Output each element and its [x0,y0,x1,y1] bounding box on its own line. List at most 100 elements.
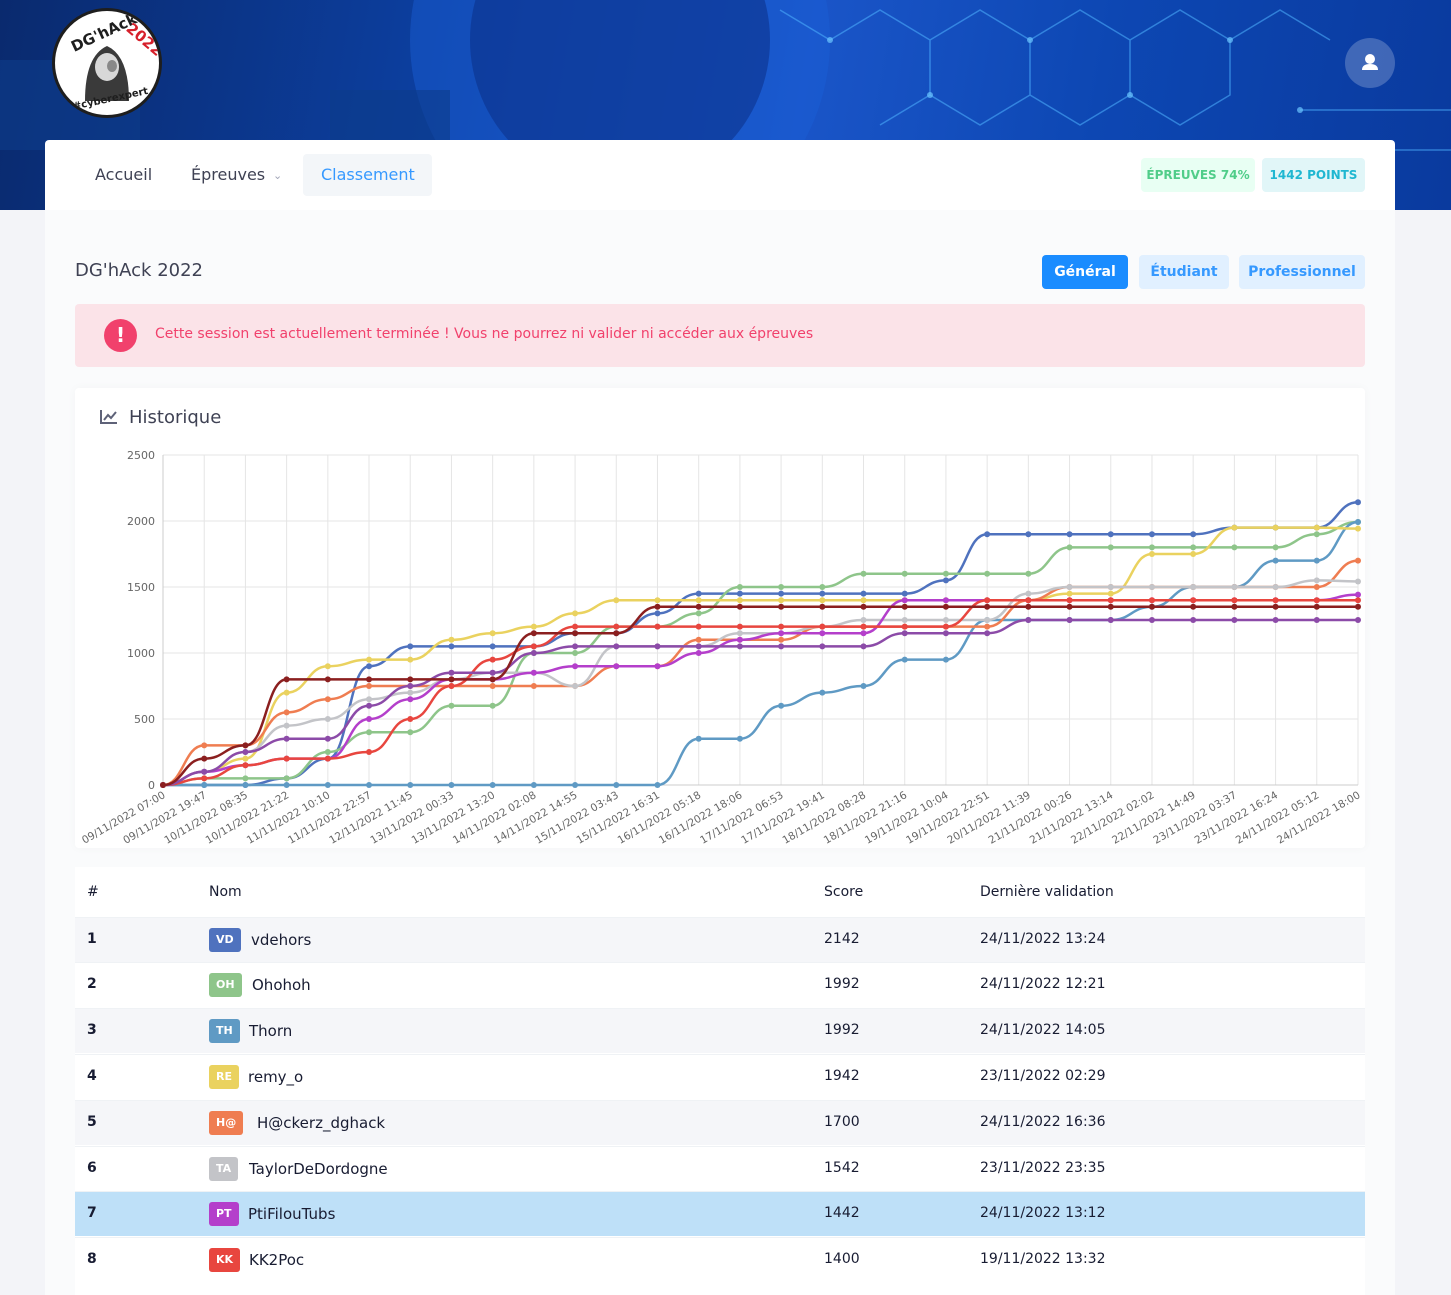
data-point [901,617,908,623]
row-rank: 1 [87,931,97,947]
data-point [1355,591,1361,598]
table-row[interactable]: 4 RE remy_o 1942 23/11/2022 02:29 [75,1054,1365,1099]
data-point [324,782,331,788]
nav-accueil[interactable]: Accueil [77,154,170,196]
site-logo[interactable]: DG'hAck 2022 #cyberexpert [52,8,162,118]
data-point [572,663,579,670]
data-point [613,630,620,637]
data-point [530,623,537,630]
player-name[interactable]: vdehors [251,931,311,949]
tab-professionnel[interactable]: Professionnel [1239,255,1365,289]
row-last-validation: 24/11/2022 13:24 [980,931,1106,947]
data-point [942,577,949,584]
player-name[interactable]: Thorn [249,1022,292,1040]
col-score-header[interactable]: Score [824,884,863,900]
row-score: 1700 [824,1114,860,1130]
data-point [1107,603,1114,610]
data-point [1190,597,1197,604]
data-point [1190,551,1197,557]
data-point [819,643,826,650]
data-point [1355,519,1361,526]
data-point [1313,524,1320,531]
data-point [778,597,785,604]
table-row[interactable]: 8 KK KK2Poc 1400 19/11/2022 13:32 [75,1237,1365,1282]
data-point [489,669,496,676]
row-score: 1992 [824,976,860,992]
data-point [860,617,867,623]
data-point [654,597,661,604]
data-point [984,623,991,630]
player-name[interactable]: TaylorDeDordogne [249,1160,388,1178]
data-point [283,709,290,716]
data-point [860,623,867,630]
player-name[interactable]: remy_o [248,1068,303,1086]
table-row[interactable]: 3 TH Thorn 1992 24/11/2022 14:05 [75,1008,1365,1053]
table-row-current-user[interactable]: 7 PT PtiFilouTubs 1442 24/11/2022 13:12 [75,1191,1365,1236]
row-last-validation: 24/11/2022 16:36 [980,1114,1106,1130]
data-point [489,643,496,650]
data-point [654,663,661,670]
data-point [1231,603,1238,610]
tab-etudiant[interactable]: Étudiant [1139,255,1229,289]
avatar: H@ [209,1111,244,1135]
data-point [1190,617,1197,623]
data-point [1355,603,1361,610]
data-point [572,782,579,788]
data-point [695,603,702,610]
data-point [366,729,373,736]
data-point [736,584,743,590]
data-point [1066,544,1073,551]
data-point [324,663,331,670]
data-point [407,643,414,650]
data-point [1313,603,1320,610]
data-point [819,689,826,696]
data-point [1231,617,1238,623]
user-menu-button[interactable] [1345,38,1395,88]
data-point [1272,557,1279,564]
data-point [489,656,496,663]
avatar: VD [209,928,241,952]
data-point [1231,524,1238,531]
y-tick-label: 1500 [127,581,155,594]
nav-epreuves[interactable]: Épreuves [173,154,283,196]
data-point [366,782,373,788]
data-point [736,603,743,610]
table-row[interactable]: 2 OH Ohohoh 1992 24/11/2022 12:21 [75,962,1365,1007]
data-point [860,630,867,637]
row-score: 1400 [824,1251,860,1267]
data-point [366,683,373,689]
data-point [324,716,331,722]
col-last-header[interactable]: Dernière validation [980,884,1114,900]
nav-classement[interactable]: Classement [303,154,432,196]
data-point [201,755,208,762]
data-point [448,683,455,689]
data-point [489,630,496,637]
y-tick-label: 1000 [127,647,155,660]
data-point [242,755,249,762]
tab-general[interactable]: Général [1042,255,1128,289]
data-point [819,623,826,630]
player-name[interactable]: Ohohoh [252,976,311,994]
player-name[interactable]: KK2Poc [249,1251,304,1269]
table-row[interactable]: 6 TA TaylorDeDordogne 1542 23/11/2022 23… [75,1146,1365,1191]
table-row[interactable]: 5 H@ H@ckerz_dghack 1700 24/11/2022 16:3… [75,1100,1365,1145]
player-name[interactable]: H@ckerz_dghack [257,1114,385,1132]
data-point [448,702,455,709]
data-point [695,636,702,643]
data-point [1025,617,1032,623]
data-point [695,650,702,656]
data-point [1066,617,1073,623]
col-name-header[interactable]: Nom [209,884,242,900]
series-line [163,520,1359,787]
data-point [448,643,455,650]
data-point [160,782,166,788]
table-row[interactable]: 1 VD vdehors 2142 24/11/2022 13:24 [75,917,1365,962]
data-point [942,603,949,610]
data-point [901,656,908,663]
data-point [695,643,702,650]
data-point [860,683,867,689]
player-name[interactable]: PtiFilouTubs [248,1205,335,1223]
user-icon [1362,54,1378,70]
data-point [242,782,249,788]
data-point [489,702,496,709]
